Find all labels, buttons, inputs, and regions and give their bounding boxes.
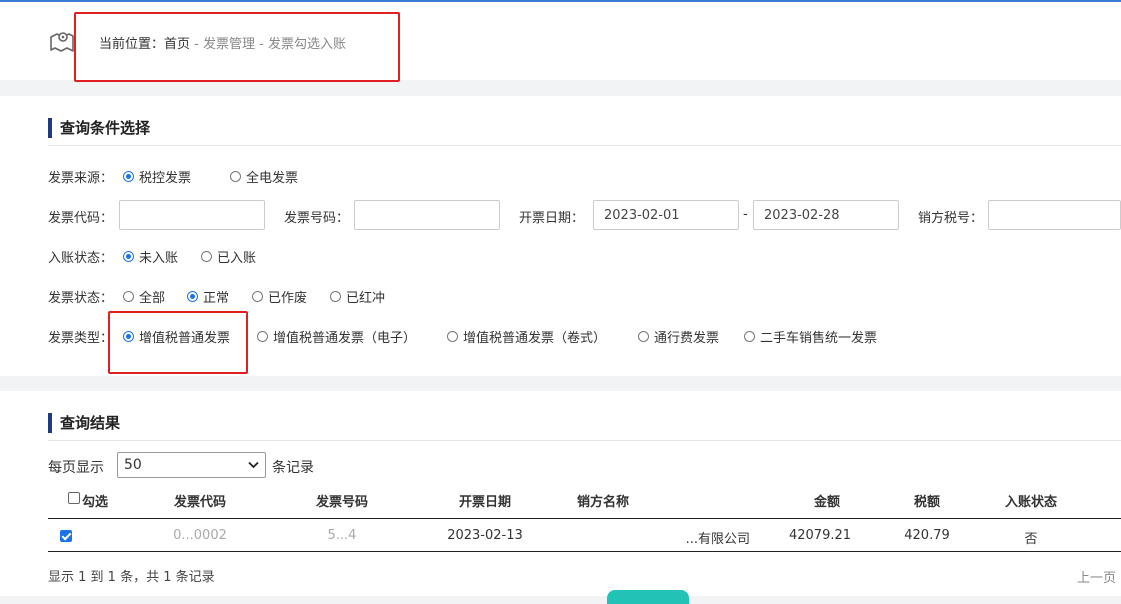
column-header-amount: 金额 [813,495,840,510]
radio-label: 通行费发票 [654,331,720,346]
radio-label: 已入账 [217,251,257,266]
column-header-invoice-code: 发票代码 [173,495,226,510]
row-checkbox[interactable] [60,530,72,542]
cell-entry-status: 否 [1024,532,1038,547]
radio-label: 税控发票 [139,171,192,186]
source-label: 发票来源： [48,171,114,186]
invoice-number-label: 发票号码： [284,211,350,226]
radio-unchecked-icon [330,291,341,302]
column-header-select: 勾选 [82,495,109,510]
invoice-status-radio-voided[interactable]: 已作废 [252,287,307,306]
select-all-checkbox[interactable] [68,492,80,504]
invoice-status-radio-red-reversed[interactable]: 已红冲 [330,287,385,306]
invoice-status-label: 发票状态： [48,291,114,306]
results-section-title: 查询结果 [48,412,120,433]
entry-status-radio-entered[interactable]: 已入账 [201,247,256,266]
cell-invoice-code: 0...0002 [173,528,227,543]
radio-label: 已作废 [268,291,308,306]
radio-unchecked-icon [230,171,241,182]
seller-tax-id-input[interactable] [988,200,1121,230]
radio-unchecked-icon [744,331,755,342]
radio-checked-icon [187,291,198,302]
radio-unchecked-icon [257,331,268,342]
seller-tax-id-label: 销方税号： [918,211,984,226]
radio-label: 全部 [139,291,166,306]
radio-label: 正常 [203,291,230,306]
previous-page-link[interactable]: 上一页 [1077,567,1116,586]
query-section-title: 查询条件选择 [48,117,150,138]
issue-date-label: 开票日期： [519,211,585,226]
invoice-code-label: 发票代码： [48,211,114,226]
radio-unchecked-icon [447,331,458,342]
invoice-number-input[interactable] [354,200,500,230]
source-radio-full-electronic[interactable]: 全电发票 [230,167,298,186]
source-radio-tax-control[interactable]: 税控发票 [123,167,191,186]
column-header-entry-status: 入账状态 [1004,495,1057,510]
issue-date-end-input[interactable] [753,200,899,230]
invoice-type-radio-toll[interactable]: 通行费发票 [638,327,719,346]
invoice-status-radio-normal[interactable]: 正常 [187,287,229,306]
invoice-type-radio-vat-roll[interactable]: 增值税普通发票（卷式） [447,327,606,346]
radio-label: 已红冲 [346,291,386,306]
invoice-type-label: 发票类型： [48,331,114,346]
per-page-select[interactable]: 50 [117,452,266,478]
radio-unchecked-icon [638,331,649,342]
per-page-value: 50 [124,457,142,473]
cell-issue-date: 2023-02-13 [447,528,523,543]
per-page-suffix: 条记录 [272,460,314,476]
date-range-separator: - [743,207,748,222]
chevron-down-icon [248,461,259,469]
column-header-seller-name: 销方名称 [576,495,629,510]
radio-label: 增值税普通发票（电子） [273,331,417,346]
cell-seller-name: ...有限公司 [685,532,750,547]
entry-status-label: 入账状态： [48,251,114,266]
pagination-summary: 显示 1 到 1 条，共 1 条记录 [48,570,215,585]
radio-unchecked-icon [201,251,212,262]
radio-label: 增值税普通发票（卷式） [463,331,607,346]
issue-date-start-input[interactable] [593,200,739,230]
section-divider [48,440,1121,441]
radio-label: 全电发票 [246,171,299,186]
invoice-type-radio-vat-electronic[interactable]: 增值税普通发票（电子） [257,327,416,346]
radio-label: 未入账 [139,251,179,266]
invoice-type-radio-used-car[interactable]: 二手车销售统一发票 [744,327,877,346]
table-header-border [48,518,1121,519]
entry-status-radio-not-entered[interactable]: 未入账 [123,247,178,266]
per-page-label: 每页显示 [48,460,104,476]
invoice-type-highlight-box [108,311,248,374]
radio-unchecked-icon [252,291,263,302]
table-bottom-border [48,551,1121,552]
invoice-status-radio-all[interactable]: 全部 [123,287,165,306]
column-header-invoice-number: 发票号码 [315,495,368,510]
radio-unchecked-icon [123,291,134,302]
radio-label: 二手车销售统一发票 [760,331,878,346]
cell-invoice-number: 5...4 [327,528,357,543]
location-map-icon [50,32,74,52]
invoice-code-input[interactable] [119,200,265,230]
cell-amount: 42079.21 [788,528,852,543]
radio-checked-icon [123,251,134,262]
breadcrumb-highlight-box [74,12,400,82]
column-header-issue-date: 开票日期 [458,495,511,510]
cell-tax: 420.79 [904,528,950,543]
section-divider [48,145,1121,146]
radio-checked-icon [123,171,134,182]
column-header-tax: 税额 [913,495,940,510]
action-button-partial[interactable] [607,590,689,604]
